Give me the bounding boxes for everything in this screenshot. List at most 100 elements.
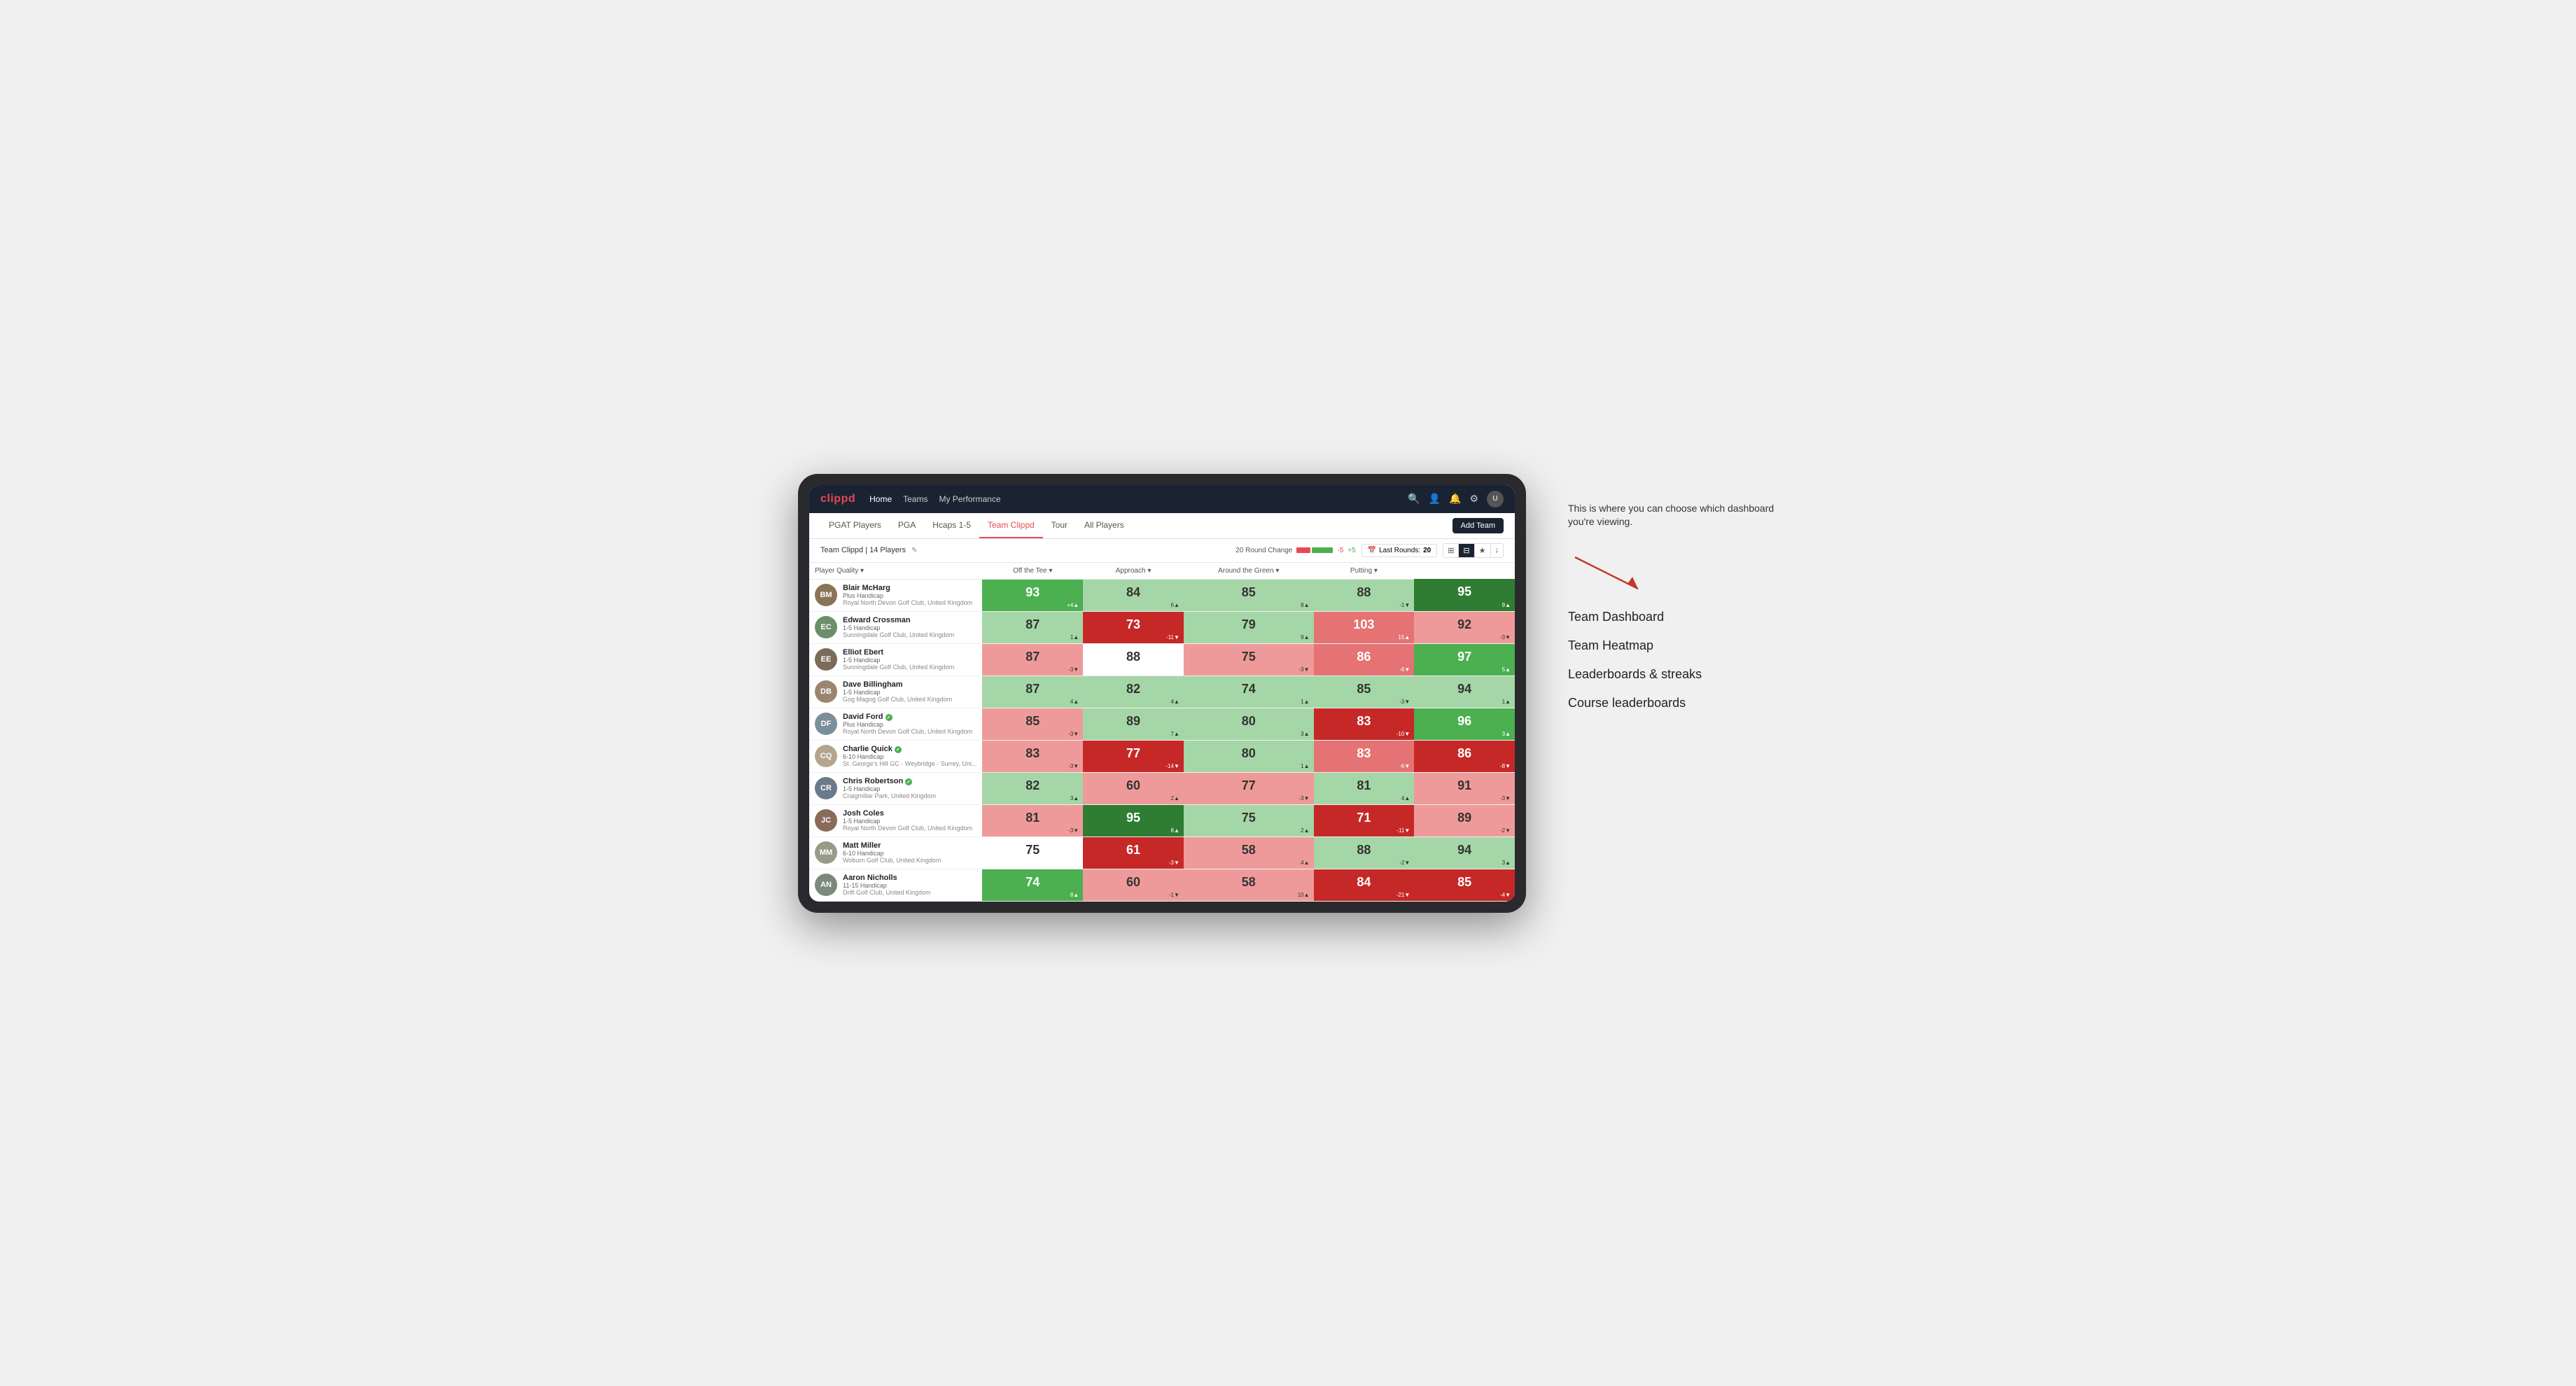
score-change: -3▼ — [1068, 666, 1079, 673]
score-value: 58 — [1242, 875, 1256, 889]
top-nav: clippd Home Teams My Performance 🔍 👤 🔔 ⚙… — [809, 485, 1515, 513]
table-row: JC Josh Coles 1-5 Handicap Royal North D… — [809, 804, 1515, 836]
score-value: 81 — [1026, 811, 1040, 825]
score-change: -11▼ — [1396, 827, 1410, 834]
sub-nav-team-clippd[interactable]: Team Clippd — [979, 513, 1043, 538]
score-value: 84 — [1126, 585, 1140, 599]
view-export-btn[interactable]: ↓ — [1491, 544, 1504, 557]
score-value: 84 — [1357, 875, 1371, 889]
score-cell-chris-robertson-4: 91 -3▼ — [1414, 772, 1515, 804]
player-cell-charlie-quick[interactable]: CQ Charlie Quick ✓ 6-10 Handicap St. Geo… — [809, 740, 982, 772]
player-cell-matt-miller[interactable]: MM Matt Miller 6-10 Handicap Woburn Golf… — [809, 836, 982, 869]
player-cell-elliot-ebert[interactable]: EE Elliot Ebert 1-5 Handicap Sunningdale… — [809, 643, 982, 676]
round-change-label: 20 Round Change — [1236, 547, 1292, 554]
player-cell-chris-robertson[interactable]: CR Chris Robertson ✓ 1-5 Handicap Craigm… — [809, 772, 982, 804]
sub-nav-pga[interactable]: PGA — [890, 513, 924, 538]
score-value: 82 — [1026, 778, 1040, 792]
score-change: 10▲ — [1298, 892, 1310, 898]
player-info: Elliot Ebert 1-5 Handicap Sunningdale Go… — [843, 648, 976, 671]
bar-green — [1312, 547, 1333, 553]
score-change: -3▼ — [1068, 731, 1079, 737]
settings-icon[interactable]: ⚙ — [1469, 493, 1478, 505]
score-change: -2▼ — [1399, 860, 1410, 866]
sub-nav-tour[interactable]: Tour — [1043, 513, 1076, 538]
player-handicap: 6-10 Handicap — [843, 753, 976, 760]
score-change: -3▼ — [1068, 763, 1079, 769]
score-value: 95 — [1126, 811, 1140, 825]
score-cell-chris-robertson-0: 82 3▲ — [982, 772, 1083, 804]
score-change: 9▲ — [1502, 602, 1511, 608]
score-cell-dave-billingham-3: 85 -3▼ — [1314, 676, 1415, 708]
player-cell-edward-crossman[interactable]: EC Edward Crossman 1-5 Handicap Sunningd… — [809, 611, 982, 643]
col-header-around-green[interactable]: Around the Green ▾ — [1184, 563, 1314, 580]
score-cell-charlie-quick-4: 86 -8▼ — [1414, 740, 1515, 772]
nav-home[interactable]: Home — [869, 493, 892, 505]
nav-my-performance[interactable]: My Performance — [939, 493, 1000, 505]
view-heatmap-btn[interactable]: ⊟ — [1459, 544, 1474, 557]
score-change: -14▼ — [1166, 763, 1179, 769]
search-icon[interactable]: 🔍 — [1408, 493, 1420, 505]
table-row: MM Matt Miller 6-10 Handicap Woburn Golf… — [809, 836, 1515, 869]
sub-nav-hcaps[interactable]: Hcaps 1-5 — [924, 513, 979, 538]
annotation-description: This is where you can choose which dashb… — [1568, 502, 1778, 529]
score-change: -1▼ — [1399, 602, 1410, 608]
change-negative: -5 — [1337, 547, 1343, 554]
score-cell-josh-coles-4: 89 -2▼ — [1414, 804, 1515, 836]
score-change: 4▲ — [1070, 699, 1079, 705]
col-header-off-tee[interactable]: Off the Tee ▾ — [982, 563, 1083, 580]
col-header-approach[interactable]: Approach ▾ — [1083, 563, 1184, 580]
player-cell-dave-billingham[interactable]: DB Dave Billingham 1-5 Handicap Gog Mago… — [809, 676, 982, 708]
player-cell-josh-coles[interactable]: JC Josh Coles 1-5 Handicap Royal North D… — [809, 804, 982, 836]
view-star-btn[interactable]: ★ — [1475, 544, 1491, 557]
score-value: 88 — [1357, 843, 1371, 857]
score-value: 95 — [1457, 584, 1471, 598]
last-rounds-button[interactable]: 📅 Last Rounds: 20 — [1362, 544, 1438, 557]
score-cell-david-ford-3: 83 -10▼ — [1314, 708, 1415, 740]
score-change: 3▲ — [1301, 731, 1309, 737]
player-club: Craigmillar Park, United Kingdom — [843, 792, 976, 799]
score-value: 85 — [1026, 714, 1040, 728]
score-value: 88 — [1126, 650, 1140, 664]
score-value: 94 — [1457, 682, 1471, 696]
player-cell-aaron-nicholls[interactable]: AN Aaron Nicholls 11-15 Handicap Drift G… — [809, 869, 982, 901]
player-handicap: 1-5 Handicap — [843, 785, 976, 792]
add-team-button[interactable]: Add Team — [1452, 518, 1504, 533]
score-value: 77 — [1242, 778, 1256, 792]
last-rounds-count: 20 — [1423, 547, 1431, 554]
player-handicap: 1-5 Handicap — [843, 689, 976, 696]
bell-icon[interactable]: 🔔 — [1449, 493, 1461, 505]
player-cell-david-ford[interactable]: DF David Ford ✓ Plus Handicap Royal Nort… — [809, 708, 982, 740]
score-value: 80 — [1242, 714, 1256, 728]
score-value: 58 — [1242, 843, 1256, 857]
view-grid-btn[interactable]: ⊞ — [1443, 544, 1459, 557]
score-cell-elliot-ebert-0: 87 -3▼ — [982, 643, 1083, 676]
annotation-course-leaderboards: Course leaderboards — [1568, 696, 1778, 710]
player-handicap: 1-5 Handicap — [843, 818, 976, 825]
data-table: Player Quality ▾ Off the Tee ▾ Approach … — [809, 563, 1515, 902]
player-cell-blair-mcharg[interactable]: BM Blair McHarg Plus Handicap Royal Nort… — [809, 579, 982, 611]
score-cell-charlie-quick-0: 83 -3▼ — [982, 740, 1083, 772]
score-cell-chris-robertson-3: 81 4▲ — [1314, 772, 1415, 804]
nav-teams[interactable]: Teams — [903, 493, 927, 505]
sub-nav-pgat[interactable]: PGAT Players — [820, 513, 890, 538]
user-avatar[interactable]: U — [1487, 491, 1504, 507]
score-value: 81 — [1357, 778, 1371, 792]
score-value: 75 — [1026, 843, 1040, 857]
score-change: 8▲ — [1070, 892, 1079, 898]
score-cell-matt-miller-1: 61 -3▼ — [1083, 836, 1184, 869]
edit-icon[interactable]: ✎ — [911, 547, 917, 554]
score-change: 2▲ — [1171, 795, 1180, 802]
col-header-player[interactable]: Player Quality ▾ — [809, 563, 982, 580]
score-value: 92 — [1457, 617, 1471, 631]
player-avatar: AN — [815, 874, 837, 896]
score-value: 80 — [1242, 746, 1256, 760]
arrow-container — [1568, 550, 1778, 596]
user-icon[interactable]: 👤 — [1429, 493, 1441, 505]
col-header-putting[interactable]: Putting ▾ — [1314, 563, 1415, 580]
score-cell-aaron-nicholls-0: 74 8▲ — [982, 869, 1083, 901]
player-name: Aaron Nicholls — [843, 874, 976, 882]
score-cell-josh-coles-3: 71 -11▼ — [1314, 804, 1415, 836]
sub-nav-all-players[interactable]: All Players — [1076, 513, 1133, 538]
score-cell-david-ford-4: 96 3▲ — [1414, 708, 1515, 740]
player-club: Royal North Devon Golf Club, United King… — [843, 825, 976, 832]
